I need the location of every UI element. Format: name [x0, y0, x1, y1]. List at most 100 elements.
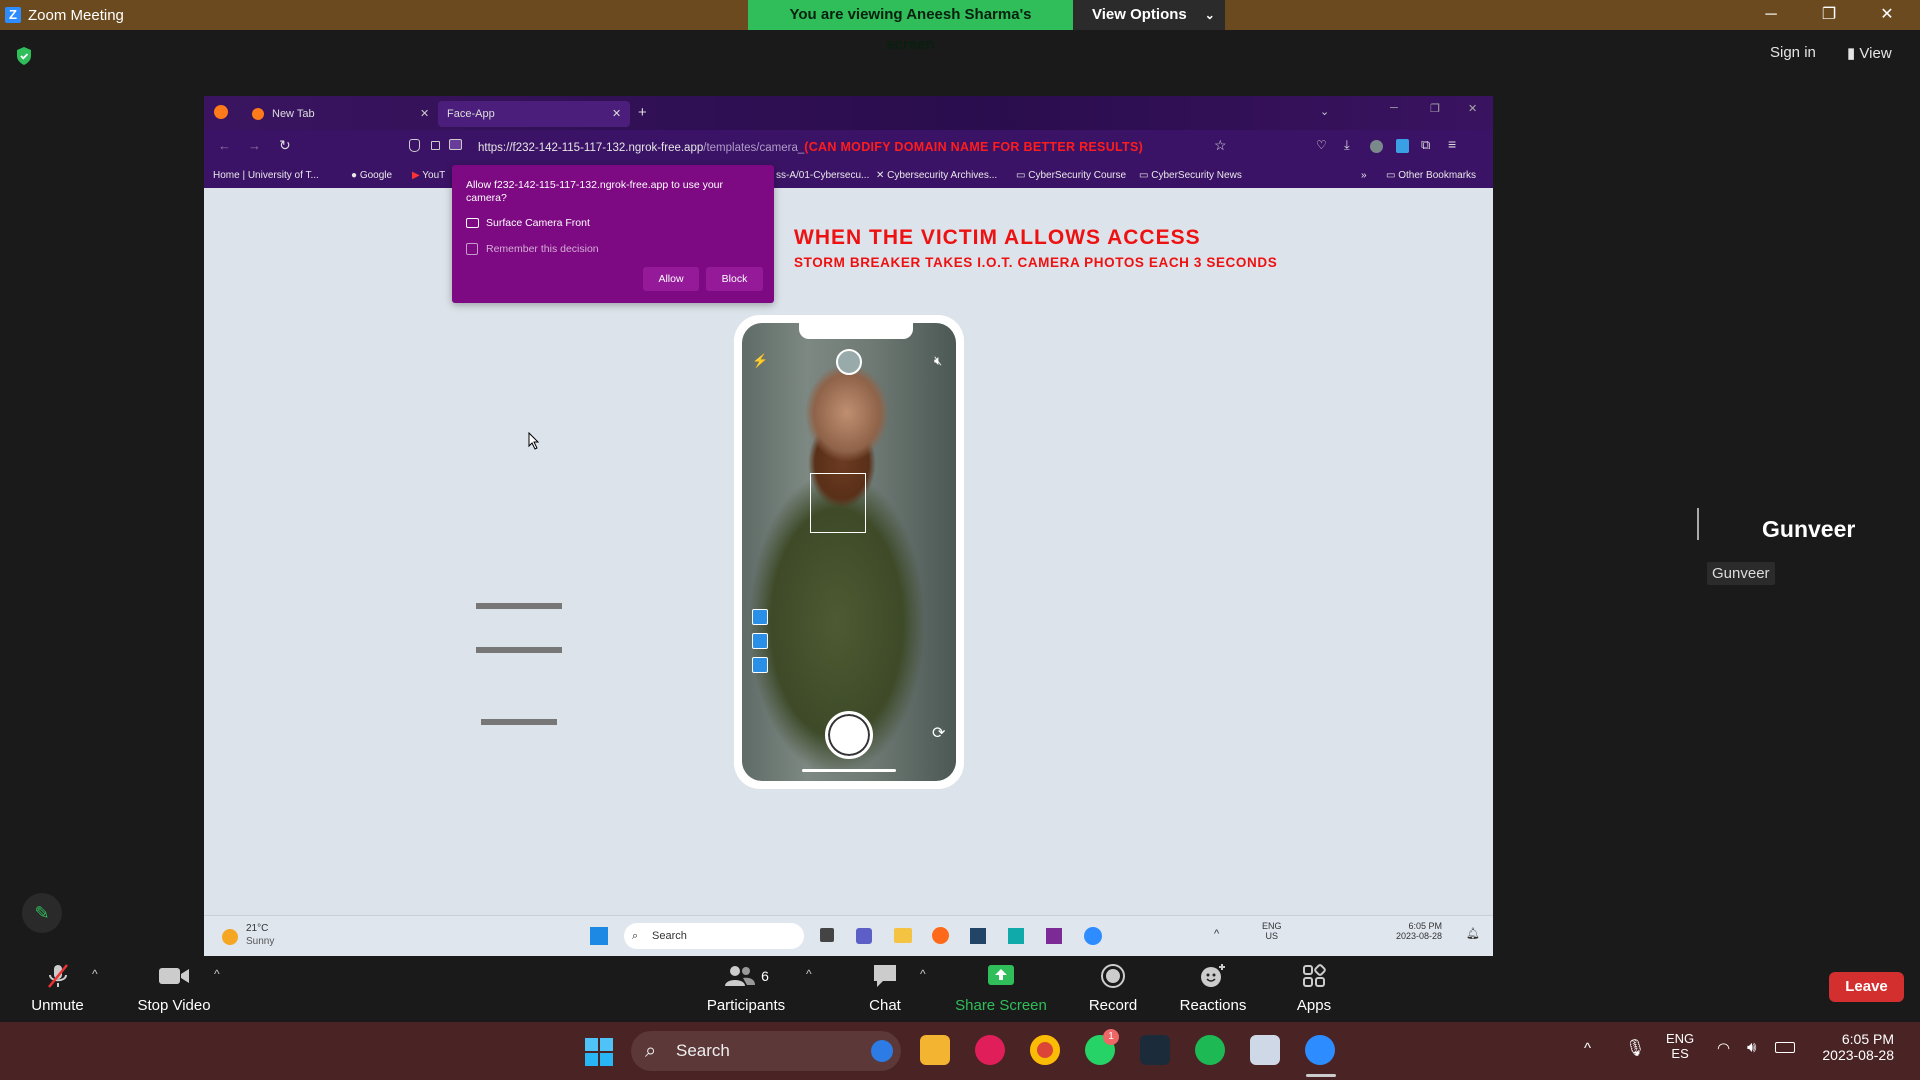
file-explorer-icon[interactable] [920, 1035, 950, 1065]
lock-icon[interactable] [431, 141, 440, 150]
notification-bell-icon[interactable]: 🔔︎ [1466, 927, 1480, 940]
tab-list-chevron-icon[interactable]: ⌄ [1320, 105, 1329, 118]
firefox-taskbar-icon[interactable] [932, 927, 949, 944]
shared-search-box[interactable]: ⌕ Search [624, 923, 804, 949]
speaker-icon[interactable]: 🔊︎ [1747, 1039, 1756, 1056]
minimize-button[interactable]: ─ [1748, 0, 1794, 30]
windows-taskbar: ⌕ Search 1 ^ 🎙︎ ENG ES ◠ 🔊︎ 6:05 PM 2023… [0, 1022, 1920, 1080]
camera-permission-popup: Allow f232-142-115-117-132.ngrok-free.ap… [452, 165, 774, 303]
whatsapp-icon[interactable]: 1 [1085, 1029, 1119, 1065]
zoom-taskbar-icon[interactable] [1305, 1035, 1335, 1065]
browser-close-icon[interactable]: ✕ [1468, 102, 1477, 115]
forward-arrow-icon[interactable]: → [248, 138, 261, 153]
zoom-taskbar-icon[interactable] [1084, 927, 1102, 945]
windows-start-icon[interactable] [590, 927, 608, 945]
bookmark-item[interactable]: ss-A/01-Cybersecu... [776, 170, 869, 181]
record-icon [1083, 957, 1143, 995]
bookmarks-overflow-icon[interactable]: » [1361, 170, 1367, 181]
chat-caret-icon[interactable]: ^ [920, 967, 926, 981]
bookmark-item[interactable]: ✕ Cybersecurity Archives... [876, 170, 997, 181]
back-arrow-icon[interactable]: ← [218, 138, 231, 153]
system-clock[interactable]: 6:05 PM 2023-08-28 [1808, 1031, 1894, 1063]
file-explorer-icon[interactable] [894, 928, 912, 943]
tracking-shield-icon[interactable] [409, 139, 420, 152]
info-icon[interactable] [752, 633, 768, 649]
league-client-icon[interactable] [1140, 1035, 1170, 1065]
encryption-shield-icon[interactable] [15, 46, 33, 66]
pocket-icon[interactable]: ♡ [1316, 138, 1327, 152]
apps-button[interactable]: Apps [1290, 957, 1338, 1014]
bookmark-item[interactable]: ▭ CyberSecurity Course [1016, 170, 1126, 181]
account-avatar-icon[interactable] [1370, 140, 1383, 153]
camera-permission-icon[interactable] [449, 139, 462, 150]
notepad-icon[interactable] [1250, 1035, 1280, 1065]
audio-options-caret-icon[interactable]: ^ [92, 967, 98, 981]
record-button[interactable]: Record [1083, 957, 1143, 1014]
tab-face-app[interactable]: Face-App ✕ [438, 101, 630, 127]
browser-minimize-icon[interactable]: ─ [1390, 102, 1398, 114]
spotify-icon[interactable] [1195, 1035, 1225, 1065]
leave-button[interactable]: Leave [1829, 972, 1904, 1002]
url-bar[interactable]: https://f232-142-115-117-132.ngrok-free.… [478, 135, 1278, 159]
battery-icon[interactable] [1775, 1042, 1795, 1053]
reload-icon[interactable]: ↻ [279, 137, 291, 154]
block-button[interactable]: Block [706, 267, 763, 291]
tab-close-icon[interactable]: ✕ [420, 101, 429, 127]
view-button[interactable]: ▮ View [1847, 44, 1892, 62]
restore-button[interactable]: ❐ [1806, 0, 1852, 30]
mute-icon[interactable]: 🔇︎ [934, 353, 942, 369]
close-button[interactable]: ✕ [1864, 0, 1910, 30]
task-view-icon[interactable] [820, 928, 834, 942]
language-indicator[interactable]: ENG ES [1666, 1031, 1694, 1061]
video-options-caret-icon[interactable]: ^ [214, 967, 220, 981]
tray-chevron-icon[interactable]: ^ [1214, 928, 1219, 940]
teams-icon[interactable] [856, 928, 872, 944]
tab-close-icon[interactable]: ✕ [612, 101, 621, 127]
slack-icon[interactable] [975, 1035, 1005, 1065]
annotate-pencil-icon[interactable]: ✎ [22, 893, 62, 933]
download-icon[interactable]: ⤓ [1344, 137, 1350, 153]
allow-button[interactable]: Allow [643, 267, 699, 291]
permission-question: Allow f232-142-115-117-132.ngrok-free.ap… [466, 179, 724, 204]
wifi-icon[interactable]: ◠ [1717, 1039, 1730, 1057]
weather-sun-icon [222, 929, 238, 945]
view-options-button[interactable]: View Options ⌄ [1073, 0, 1225, 30]
microphone-icon[interactable]: 🎙︎ [1625, 1038, 1645, 1058]
taskbar-search-box[interactable]: ⌕ Search [631, 1031, 901, 1071]
tab-new-tab[interactable]: New Tab ✕ [244, 101, 434, 127]
store-icon[interactable] [970, 928, 986, 944]
bookmark-star-icon[interactable]: ☆ [1214, 137, 1227, 154]
windows-start-icon[interactable] [584, 1037, 614, 1067]
onenote-icon[interactable] [1046, 928, 1062, 944]
bing-chat-icon[interactable] [871, 1040, 893, 1062]
sign-in-button[interactable]: Sign in [1770, 44, 1816, 61]
info-icon[interactable] [752, 609, 768, 625]
bookmark-item[interactable]: ▭ CyberSecurity News [1139, 170, 1242, 181]
participants-button[interactable]: 6 Participants [700, 957, 792, 1014]
info-icon[interactable] [752, 657, 768, 673]
unmute-button[interactable]: Unmute [20, 957, 95, 1014]
chrome-icon[interactable] [1030, 1035, 1060, 1065]
share-screen-button[interactable]: Share Screen [952, 957, 1050, 1014]
new-tab-plus-icon[interactable]: + [638, 104, 647, 121]
bookmark-item[interactable]: Home | University of T... [213, 170, 319, 181]
flash-icon[interactable]: ⚡ [752, 353, 768, 369]
bookmark-item[interactable]: ▭ Other Bookmarks [1386, 170, 1476, 181]
participants-caret-icon[interactable]: ^ [806, 967, 812, 981]
url-overlay-annotation: (CAN MODIFY DOMAIN NAME FOR BETTER RESUL… [804, 140, 1144, 154]
shared-language[interactable]: ENG US [1262, 921, 1282, 941]
menu-hamburger-icon[interactable]: ≡ [1448, 136, 1456, 152]
tray-chevron-icon[interactable]: ^ [1584, 1040, 1591, 1057]
reactions-button[interactable]: Reactions [1170, 957, 1256, 1014]
stop-video-button[interactable]: Stop Video [130, 957, 218, 1014]
bookmark-item[interactable]: ● Google [351, 170, 392, 181]
slack-icon[interactable] [1008, 928, 1024, 944]
shutter-button[interactable] [825, 711, 873, 759]
switch-camera-icon[interactable]: ⟳ [932, 723, 945, 743]
extensions-puzzle-icon[interactable]: ⧉ [1421, 137, 1430, 153]
extension-icon[interactable] [1396, 139, 1409, 153]
browser-restore-icon[interactable]: ❐ [1430, 102, 1440, 115]
bookmark-item[interactable]: ▶ YouT [412, 170, 445, 181]
chat-button[interactable]: Chat [860, 957, 910, 1014]
remember-checkbox[interactable] [466, 243, 478, 255]
